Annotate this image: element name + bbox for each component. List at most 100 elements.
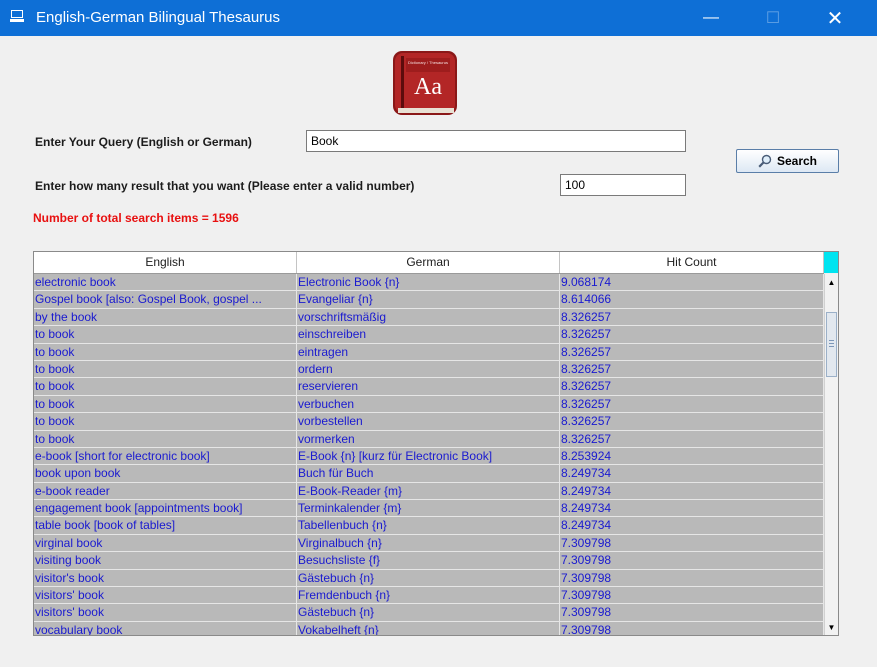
table-row[interactable]: to book verbuchen 8.326257: [34, 395, 824, 414]
cell-german[interactable]: vorschriftsmäßig: [297, 308, 560, 327]
cell-german[interactable]: Evangeliar {n}: [297, 291, 560, 309]
cell-english[interactable]: to book: [34, 326, 297, 344]
cell-hit-count[interactable]: 8.249734: [560, 517, 824, 535]
cell-english[interactable]: vocabulary book: [34, 621, 297, 635]
table-row[interactable]: visitors' book Fremdenbuch {n} 7.309798: [34, 587, 824, 605]
cell-english[interactable]: e-book [short for electronic book]: [34, 447, 297, 466]
table-row[interactable]: by the book vorschriftsmäßig 8.326257: [34, 308, 824, 327]
cell-english[interactable]: to book: [34, 413, 297, 431]
cell-hit-count[interactable]: 8.249734: [560, 465, 824, 483]
cell-english[interactable]: visitors' book: [34, 604, 297, 622]
cell-english[interactable]: to book: [34, 395, 297, 414]
cell-german[interactable]: reservieren: [297, 378, 560, 396]
cell-hit-count[interactable]: 8.326257: [560, 395, 824, 414]
table-row[interactable]: visitors' book Gästebuch {n} 7.309798: [34, 604, 824, 622]
cell-hit-count[interactable]: 8.326257: [560, 430, 824, 448]
cell-english[interactable]: to book: [34, 343, 297, 361]
maximize-button[interactable]: ☐: [750, 0, 796, 36]
cell-german[interactable]: einschreiben: [297, 326, 560, 344]
table-row[interactable]: to book reservieren 8.326257: [34, 378, 824, 396]
total-items-text: Number of total search items = 1596: [33, 211, 239, 225]
cell-german[interactable]: ordern: [297, 360, 560, 379]
cell-hit-count[interactable]: 7.309798: [560, 587, 824, 605]
cell-english[interactable]: book upon book: [34, 465, 297, 483]
cell-hit-count[interactable]: 8.326257: [560, 326, 824, 344]
column-header-hit-count[interactable]: Hit Count: [560, 252, 824, 273]
cell-hit-count[interactable]: 9.068174: [560, 274, 824, 292]
table-row[interactable]: book upon book Buch für Buch 8.249734: [34, 465, 824, 483]
close-button[interactable]: ✕: [812, 0, 858, 36]
table-row[interactable]: vocabulary book Vokabelheft {n} 7.309798: [34, 621, 824, 635]
cell-german[interactable]: Gästebuch {n}: [297, 604, 560, 622]
cell-hit-count[interactable]: 7.309798: [560, 621, 824, 635]
table-row[interactable]: to book vormerken 8.326257: [34, 430, 824, 448]
cell-german[interactable]: Besuchsliste {f}: [297, 552, 560, 570]
cell-english[interactable]: to book: [34, 430, 297, 448]
cell-hit-count[interactable]: 8.326257: [560, 360, 824, 379]
scroll-up-arrow-icon[interactable]: ▲: [825, 274, 838, 290]
cell-english[interactable]: to book: [34, 360, 297, 379]
vertical-scrollbar[interactable]: ▲ ▼: [824, 274, 838, 635]
column-header-english[interactable]: English: [34, 252, 297, 273]
search-button[interactable]: Search: [736, 149, 839, 173]
table-row[interactable]: electronic book Electronic Book {n} 9.0681…: [34, 274, 824, 292]
minimize-button[interactable]: —: [688, 0, 734, 36]
cell-german[interactable]: Virginalbuch {n}: [297, 534, 560, 553]
table-row[interactable]: e-book [short for electronic book] E-Book…: [34, 447, 824, 466]
cell-english[interactable]: visitors' book: [34, 587, 297, 605]
cell-hit-count[interactable]: 8.326257: [560, 378, 824, 396]
cell-english[interactable]: visiting book: [34, 552, 297, 570]
cell-german[interactable]: Fremdenbuch {n}: [297, 587, 560, 605]
cell-hit-count[interactable]: 8.249734: [560, 500, 824, 518]
query-input[interactable]: Book: [306, 130, 686, 152]
cell-english[interactable]: to book: [34, 378, 297, 396]
cell-english[interactable]: electronic book: [34, 274, 297, 292]
cell-english[interactable]: Gospel book [also: Gospel Book, gospel .…: [34, 291, 297, 309]
title-bar: English-German Bilingual Thesaurus — ☐ ✕: [0, 0, 877, 36]
table-row[interactable]: visitor's book Gästebuch {n} 7.309798: [34, 569, 824, 588]
cell-hit-count[interactable]: 8.249734: [560, 482, 824, 501]
column-header-german[interactable]: German: [297, 252, 560, 273]
cell-hit-count[interactable]: 8.326257: [560, 308, 824, 327]
cell-german[interactable]: Buch für Buch: [297, 465, 560, 483]
table-row[interactable]: to book ordern 8.326257: [34, 360, 824, 379]
cell-hit-count[interactable]: 7.309798: [560, 569, 824, 588]
table-row[interactable]: engagement book [appointments book] Termi…: [34, 500, 824, 518]
cell-hit-count[interactable]: 7.309798: [560, 604, 824, 622]
cell-german[interactable]: Terminkalender {m}: [297, 500, 560, 518]
table-row[interactable]: e-book reader E-Book-Reader {m} 8.249734: [34, 482, 824, 501]
cell-german[interactable]: Tabellenbuch {n}: [297, 517, 560, 535]
cell-hit-count[interactable]: 8.253924: [560, 447, 824, 466]
results-table: English German Hit Count electronic book…: [33, 251, 839, 636]
cell-english[interactable]: e-book reader: [34, 482, 297, 501]
cell-german[interactable]: E-Book {n} [kurz für Electronic Book]: [297, 447, 560, 466]
cell-german[interactable]: vorbestellen: [297, 413, 560, 431]
table-row[interactable]: table book [book of tables] Tabellenbuch …: [34, 517, 824, 535]
cell-hit-count[interactable]: 8.326257: [560, 343, 824, 361]
cell-english[interactable]: by the book: [34, 308, 297, 327]
scroll-down-arrow-icon[interactable]: ▼: [825, 619, 838, 635]
scroll-thumb[interactable]: [826, 312, 837, 377]
cell-english[interactable]: table book [book of tables]: [34, 517, 297, 535]
cell-german[interactable]: E-Book-Reader {m}: [297, 482, 560, 501]
table-row[interactable]: Gospel book [also: Gospel Book, gospel .…: [34, 291, 824, 309]
cell-hit-count[interactable]: 8.614066: [560, 291, 824, 309]
cell-german[interactable]: vormerken: [297, 430, 560, 448]
cell-german[interactable]: verbuchen: [297, 395, 560, 414]
cell-english[interactable]: visitor's book: [34, 569, 297, 588]
result-count-input[interactable]: 100: [560, 174, 686, 196]
cell-german[interactable]: Gästebuch {n}: [297, 569, 560, 588]
cell-german[interactable]: eintragen: [297, 343, 560, 361]
cell-hit-count[interactable]: 7.309798: [560, 534, 824, 553]
table-row[interactable]: visiting book Besuchsliste {f} 7.309798: [34, 552, 824, 570]
cell-hit-count[interactable]: 8.326257: [560, 413, 824, 431]
table-row[interactable]: virginal book Virginalbuch {n} 7.309798: [34, 534, 824, 553]
cell-german[interactable]: Electronic Book {n}: [297, 274, 560, 292]
cell-english[interactable]: engagement book [appointments book]: [34, 500, 297, 518]
table-row[interactable]: to book vorbestellen 8.326257: [34, 413, 824, 431]
cell-hit-count[interactable]: 7.309798: [560, 552, 824, 570]
cell-english[interactable]: virginal book: [34, 534, 297, 553]
cell-german[interactable]: Vokabelheft {n}: [297, 621, 560, 635]
table-row[interactable]: to book einschreiben 8.326257: [34, 326, 824, 344]
table-row[interactable]: to book eintragen 8.326257: [34, 343, 824, 361]
